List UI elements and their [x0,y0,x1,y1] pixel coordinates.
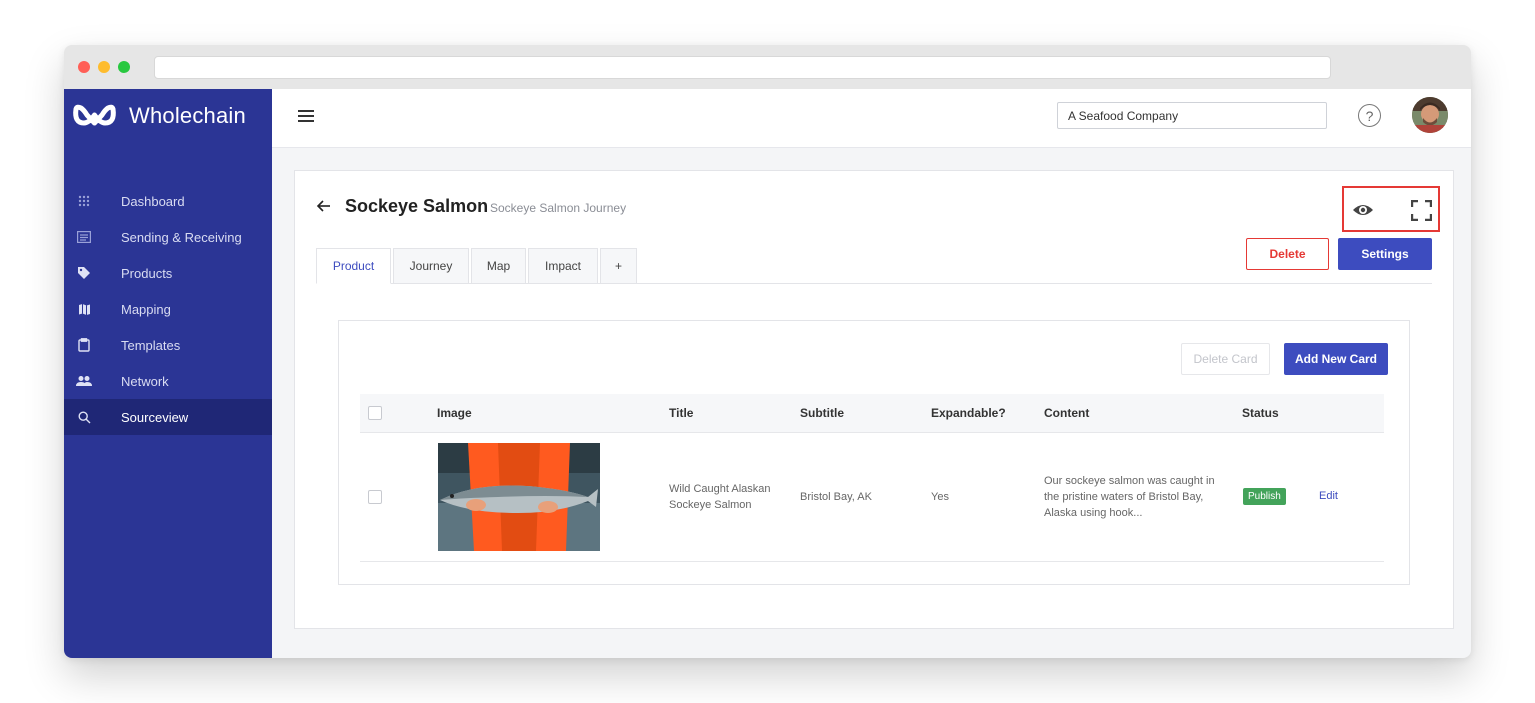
cards-panel: Delete Card Add New Card Image Title Sub… [338,320,1410,585]
column-header-image: Image [437,406,472,420]
card-subtitle: Bristol Bay, AK [800,491,872,503]
select-all-checkbox[interactable] [368,406,382,420]
close-window-button[interactable] [78,61,90,73]
wholechain-logo-icon [73,104,116,126]
product-card: Sockeye Salmon Sockeye Salmon Journey De… [294,170,1454,629]
sidebar-item-label: Mapping [121,301,171,317]
tab-add[interactable]: + [600,248,637,284]
sidebar-item-templates[interactable]: Templates [64,327,272,363]
brand-logo[interactable]: Wholechain [72,101,246,131]
row-checkbox[interactable] [368,490,382,504]
sidebar-item-label: Products [121,265,173,281]
sidebar-item-products[interactable]: Products [64,255,272,291]
browser-titlebar [64,45,1471,89]
brand-name: Wholechain [129,103,246,128]
sidebar-item-label: Templates [121,337,181,353]
eye-icon[interactable] [1352,202,1374,218]
clipboard-icon [76,337,92,353]
people-icon [76,373,92,389]
tab-impact[interactable]: Impact [528,248,598,284]
top-bar: A Seafood Company ? [272,89,1471,148]
column-header-status: Status [1242,406,1279,420]
page-subtitle: Sockeye Salmon Journey [490,201,627,215]
sidebar-item-sourceview[interactable]: Sourceview [64,399,272,435]
column-header-content: Content [1044,406,1090,420]
sidebar-item-network[interactable]: Network [64,363,272,399]
edit-link[interactable]: Edit [1319,490,1338,502]
card-content: Our sockeye salmon was caught in the pri… [1044,475,1215,519]
tab-journey[interactable]: Journey [393,248,469,284]
delete-button[interactable]: Delete [1246,238,1329,270]
sidebar-item-dashboard[interactable]: Dashboard [64,183,272,219]
search-icon [76,409,92,425]
back-arrow-icon[interactable] [316,198,332,214]
add-new-card-button[interactable]: Add New Card [1284,343,1388,375]
sidebar-item-label: Sending & Receiving [121,229,242,245]
sidebar-item-label: Dashboard [121,193,185,209]
table-header: Image Title Subtitle Expandable? Content… [360,394,1384,433]
avatar[interactable] [1412,97,1448,133]
help-icon[interactable]: ? [1358,104,1381,127]
company-selector[interactable]: A Seafood Company [1057,102,1327,129]
minimize-window-button[interactable] [98,61,110,73]
grid-icon [76,193,92,209]
menu-icon[interactable] [298,110,314,124]
map-icon [76,301,92,317]
card-title: Wild Caught Alaskan Sockeye Salmon [669,483,771,511]
column-header-expandable: Expandable? [931,406,1006,420]
fullscreen-icon[interactable] [1411,200,1432,221]
sidebar-item-mapping[interactable]: Mapping [64,291,272,327]
tab-product[interactable]: Product [316,248,391,284]
settings-button[interactable]: Settings [1338,238,1432,270]
column-header-title: Title [669,406,694,420]
status-badge: Publish [1243,488,1286,505]
browser-window: Wholechain Dashboard Sending & Receiving… [64,45,1471,658]
sidebar-item-label: Sourceview [121,409,189,425]
page-title: Sockeye Salmon [345,196,489,216]
maximize-window-button[interactable] [118,61,130,73]
sidebar-item-sending-receiving[interactable]: Sending & Receiving [64,219,272,255]
sidebar: Wholechain Dashboard Sending & Receiving… [64,89,272,658]
table-row: Wild Caught Alaskan Sockeye Salmon Brist… [360,433,1384,562]
tag-icon [76,265,92,281]
delete-card-button[interactable]: Delete Card [1181,343,1270,375]
address-bar[interactable] [154,56,1331,79]
column-header-subtitle: Subtitle [800,406,844,420]
sidebar-item-label: Network [121,373,169,389]
card-expandable: Yes [931,491,949,503]
card-image [438,443,600,551]
tab-map[interactable]: Map [471,248,526,284]
list-icon [76,229,92,245]
